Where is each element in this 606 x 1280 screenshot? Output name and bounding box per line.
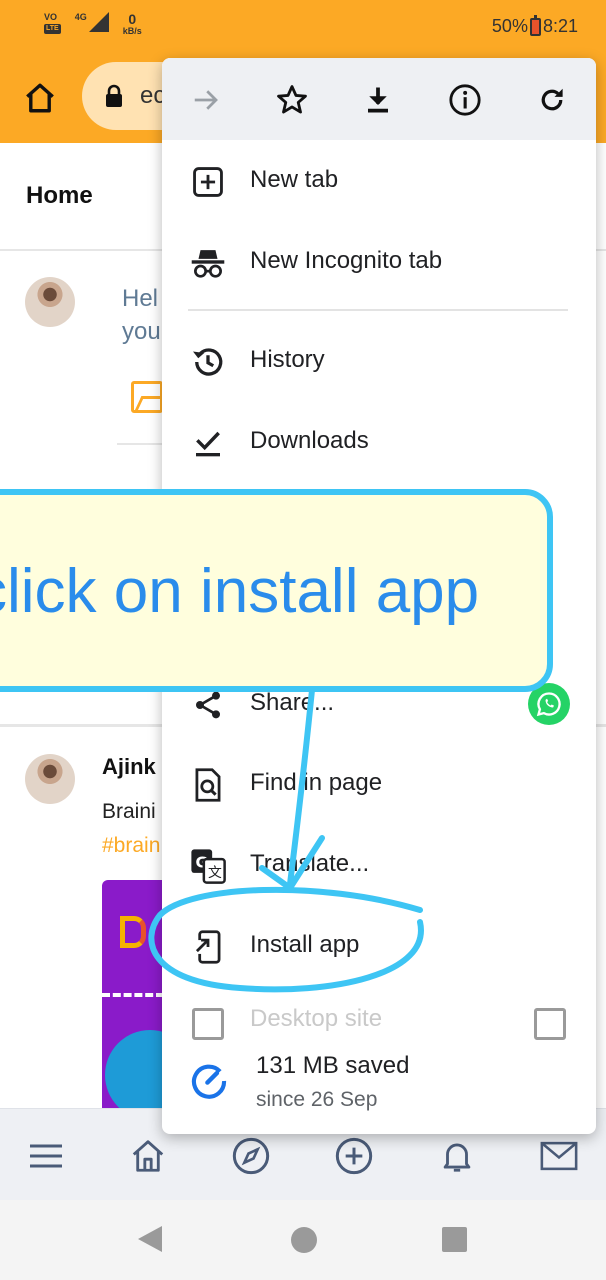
annotation-arrow-and-circle (148, 687, 424, 993)
